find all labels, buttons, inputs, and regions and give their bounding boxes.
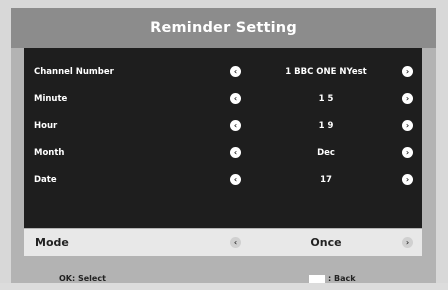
setting-value: 1 9 bbox=[318, 121, 334, 131]
setting-label: Hour bbox=[34, 121, 58, 131]
setting-value: 17 bbox=[320, 175, 332, 185]
setting-label: Minute bbox=[34, 94, 68, 104]
setting-row-mode[interactable]: Mode ‹ Once › bbox=[24, 229, 422, 256]
chevron-left-icon[interactable]: ‹ bbox=[230, 174, 241, 185]
chevron-right-icon[interactable]: › bbox=[402, 120, 413, 131]
chevron-right-icon[interactable]: › bbox=[402, 66, 413, 77]
setting-value: 1 BBC ONE NYest bbox=[285, 67, 367, 77]
chevron-left-icon[interactable]: ‹ bbox=[230, 93, 241, 104]
settings-panel: Channel Number ‹ 1 BBC ONE NYest › Minut… bbox=[24, 48, 422, 228]
chevron-left-icon[interactable]: ‹ bbox=[230, 66, 241, 77]
chevron-left-icon[interactable]: ‹ bbox=[230, 147, 241, 158]
dialog-title: Reminder Setting bbox=[11, 8, 436, 48]
back-hint: : Back bbox=[328, 274, 356, 283]
setting-row-date[interactable]: Date ‹ 17 › bbox=[24, 171, 422, 189]
setting-row-month[interactable]: Month ‹ Dec › bbox=[24, 144, 422, 162]
setting-label: Month bbox=[34, 148, 65, 158]
chevron-left-icon[interactable]: ‹ bbox=[230, 120, 241, 131]
setting-label: Date bbox=[34, 175, 57, 185]
tv-screen: Reminder Setting Channel Number ‹ 1 BBC … bbox=[0, 0, 448, 283]
setting-row-hour[interactable]: Hour ‹ 1 9 › bbox=[24, 117, 422, 135]
setting-value: 1 5 bbox=[318, 94, 334, 104]
reminder-setting-dialog: Reminder Setting Channel Number ‹ 1 BBC … bbox=[11, 8, 436, 283]
ok-select-hint: OK: Select bbox=[59, 274, 106, 283]
setting-row-minute[interactable]: Minute ‹ 1 5 › bbox=[24, 90, 422, 108]
chevron-right-icon[interactable]: › bbox=[402, 147, 413, 158]
white-key-icon bbox=[309, 275, 325, 283]
chevron-right-icon[interactable]: › bbox=[402, 93, 413, 104]
chevron-right-icon[interactable]: › bbox=[402, 237, 413, 248]
footer-hints: OK: Select : Back bbox=[11, 270, 436, 290]
mode-value: Once bbox=[310, 236, 342, 249]
chevron-left-icon[interactable]: ‹ bbox=[230, 237, 241, 248]
setting-row-channel-number[interactable]: Channel Number ‹ 1 BBC ONE NYest › bbox=[24, 63, 422, 81]
mode-label: Mode bbox=[35, 236, 69, 249]
setting-value: Dec bbox=[317, 148, 335, 158]
setting-label: Channel Number bbox=[34, 67, 114, 77]
chevron-right-icon[interactable]: › bbox=[402, 174, 413, 185]
